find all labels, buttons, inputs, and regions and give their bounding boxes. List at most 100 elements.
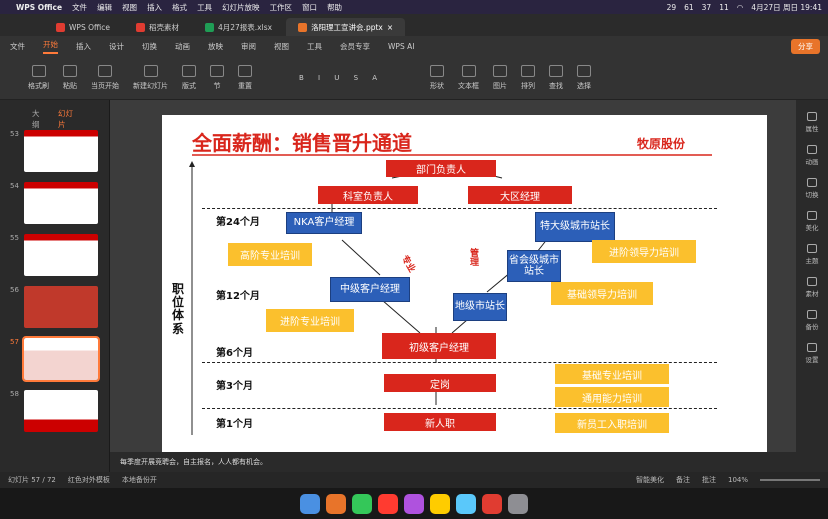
app-name[interactable]: WPS Office bbox=[16, 3, 62, 12]
megacity-station-head-box[interactable]: 特大级城市站长 bbox=[535, 212, 615, 242]
presentation-icon bbox=[298, 22, 308, 32]
tray-badge-2[interactable]: 61 bbox=[684, 3, 694, 12]
backup-button[interactable]: 备份 bbox=[806, 310, 819, 331]
slide-57[interactable]: 全面薪酬：销售晋升通道 牧原股份 职位体系 第24个月 第12个月 第6个月 第… bbox=[162, 115, 767, 452]
mid-account-manager-box[interactable]: 中级客户经理 bbox=[330, 277, 410, 302]
select-icon bbox=[577, 64, 591, 77]
tray-badge-3[interactable]: 37 bbox=[702, 3, 712, 12]
beautify-button[interactable]: 美化 bbox=[806, 211, 819, 232]
period-label-3: 第3个月 bbox=[216, 381, 253, 392]
reset-button[interactable]: 重置 bbox=[238, 64, 252, 91]
tab-wps-home[interactable]: WPS Office bbox=[44, 18, 122, 36]
ribbon-tab-insert[interactable]: 插入 bbox=[76, 41, 91, 52]
dock-app-icon[interactable] bbox=[300, 493, 320, 514]
backup-status[interactable]: 本地备份开 bbox=[122, 475, 157, 485]
dock-app-icon[interactable] bbox=[508, 493, 528, 514]
share-button[interactable]: 分享 bbox=[791, 39, 820, 54]
comments-toggle-button[interactable]: 批注 bbox=[702, 475, 716, 485]
menu-workspace[interactable]: 工作区 bbox=[270, 2, 293, 13]
thumbnail-54[interactable]: 54 bbox=[0, 182, 110, 226]
thumbnail-58[interactable]: 58 bbox=[0, 390, 110, 434]
tab-daoke[interactable]: 稻壳素材 bbox=[124, 18, 191, 36]
textbox-button[interactable]: 文本框 bbox=[458, 64, 479, 91]
transition-button[interactable]: 切换 bbox=[806, 178, 819, 199]
paste-button[interactable]: 粘贴 bbox=[63, 64, 77, 91]
ribbon-tab-tools[interactable]: 工具 bbox=[307, 41, 322, 52]
thumbnail-55[interactable]: 55 bbox=[0, 234, 110, 278]
picture-button[interactable]: 图片 bbox=[493, 64, 507, 91]
menu-help[interactable]: 帮助 bbox=[327, 2, 342, 13]
regional-manager-box[interactable]: 大区经理 bbox=[468, 186, 572, 204]
find-button[interactable]: 查找 bbox=[549, 64, 563, 91]
dock-app-icon[interactable] bbox=[326, 493, 346, 514]
dock-app-icon[interactable] bbox=[482, 493, 502, 514]
shape-button[interactable]: 形状 bbox=[430, 64, 444, 91]
play-from-current-button[interactable]: 当页开始 bbox=[91, 64, 119, 91]
thumbnail-53[interactable]: 53 bbox=[0, 130, 110, 174]
menu-edit[interactable]: 编辑 bbox=[97, 2, 112, 13]
arrange-button[interactable]: 排列 bbox=[521, 64, 535, 91]
material-button[interactable]: 素材 bbox=[806, 277, 819, 298]
theme-button[interactable]: 主题 bbox=[806, 244, 819, 265]
department-head-box[interactable]: 部门负责人 bbox=[386, 160, 496, 177]
thumbnail-56[interactable]: 56 bbox=[0, 286, 110, 330]
ribbon-tab-file[interactable]: 文件 bbox=[10, 41, 25, 52]
section-head-box[interactable]: 科室负责人 bbox=[318, 186, 418, 204]
ribbon-tab-review[interactable]: 审阅 bbox=[241, 41, 256, 52]
ribbon-tab-wps-ai[interactable]: WPS AI bbox=[388, 42, 414, 51]
section-button[interactable]: 节 bbox=[210, 64, 224, 91]
dock-app-icon[interactable] bbox=[378, 493, 398, 514]
smart-beautify-button[interactable]: 智能美化 bbox=[636, 475, 664, 485]
clock[interactable]: 4月27日 周日 19:41 bbox=[751, 2, 822, 13]
select-button[interactable]: 选择 bbox=[577, 64, 591, 91]
tray-badge-4[interactable]: 11 bbox=[719, 3, 729, 12]
dock-app-icon[interactable] bbox=[430, 493, 450, 514]
ribbon-tab-home[interactable]: 开始 bbox=[43, 39, 58, 54]
prefecture-station-head-box[interactable]: 地级市站长 bbox=[453, 293, 507, 321]
placement-box[interactable]: 定岗 bbox=[384, 374, 496, 392]
ribbon-tab-view[interactable]: 视图 bbox=[274, 41, 289, 52]
nka-account-manager-box[interactable]: NKA客户经理 bbox=[286, 212, 362, 234]
tab-xlsx[interactable]: 4月27报表.xlsx bbox=[193, 18, 284, 36]
ribbon-toolbar: 格式刷 粘贴 当页开始 新建幻灯片 版式 节 重置 B I U S A 形状 文… bbox=[0, 56, 828, 100]
tray-badge-1[interactable]: 29 bbox=[667, 3, 677, 12]
mac-menubar: WPS Office 文件 编辑 视图 插入 格式 工具 幻灯片放映 工作区 窗… bbox=[0, 0, 828, 14]
new-slide-button[interactable]: 新建幻灯片 bbox=[133, 64, 168, 91]
layout-button[interactable]: 版式 bbox=[182, 64, 196, 91]
menu-format[interactable]: 格式 bbox=[172, 2, 187, 13]
font-controls[interactable]: B I U S A bbox=[266, 74, 416, 82]
ribbon-tab-slideshow[interactable]: 放映 bbox=[208, 41, 223, 52]
animation-button[interactable]: 动画 bbox=[806, 145, 819, 166]
zoom-slider[interactable] bbox=[760, 479, 820, 481]
ribbon-tab-transition[interactable]: 切换 bbox=[142, 41, 157, 52]
dock-app-icon[interactable] bbox=[456, 493, 476, 514]
menu-window[interactable]: 窗口 bbox=[302, 2, 317, 13]
zoom-level[interactable]: 104% bbox=[728, 476, 748, 484]
ribbon-tab-animation[interactable]: 动画 bbox=[175, 41, 190, 52]
template-name[interactable]: 红色对外模板 bbox=[68, 475, 110, 485]
reset-icon bbox=[238, 64, 252, 77]
properties-button[interactable]: 属性 bbox=[806, 112, 819, 133]
wifi-icon[interactable]: ◠ bbox=[737, 3, 744, 12]
slides-tab[interactable]: 幻灯片 bbox=[58, 108, 79, 130]
thumbnail-57[interactable]: 57 bbox=[0, 336, 110, 382]
menu-slideshow[interactable]: 幻灯片放映 bbox=[222, 2, 260, 13]
ribbon-tab-member[interactable]: 会员专享 bbox=[340, 41, 370, 52]
new-hire-box[interactable]: 新人职 bbox=[384, 413, 496, 431]
outline-tab[interactable]: 大纲 bbox=[32, 108, 46, 130]
brush-icon bbox=[31, 64, 46, 77]
junior-account-manager-box[interactable]: 初级客户经理 bbox=[382, 333, 496, 359]
dock-app-icon[interactable] bbox=[352, 493, 372, 514]
format-painter-button[interactable]: 格式刷 bbox=[28, 64, 49, 91]
speaker-notes[interactable]: 每季度开展竞聘会，自主报名，人人都有机会。 bbox=[110, 452, 796, 472]
menu-insert[interactable]: 插入 bbox=[147, 2, 162, 13]
settings-button[interactable]: 设置 bbox=[806, 343, 819, 364]
provincial-station-head-box[interactable]: 省会级城市站长 bbox=[507, 250, 561, 282]
ribbon-tab-design[interactable]: 设计 bbox=[109, 41, 124, 52]
menu-view[interactable]: 视图 bbox=[122, 2, 137, 13]
notes-toggle-button[interactable]: 备注 bbox=[676, 475, 690, 485]
dock-app-icon[interactable] bbox=[404, 493, 424, 514]
menu-tools[interactable]: 工具 bbox=[197, 2, 212, 13]
menu-file[interactable]: 文件 bbox=[72, 2, 87, 13]
tab-pptx[interactable]: 洛阳理工宣讲会.pptx × bbox=[286, 18, 406, 36]
